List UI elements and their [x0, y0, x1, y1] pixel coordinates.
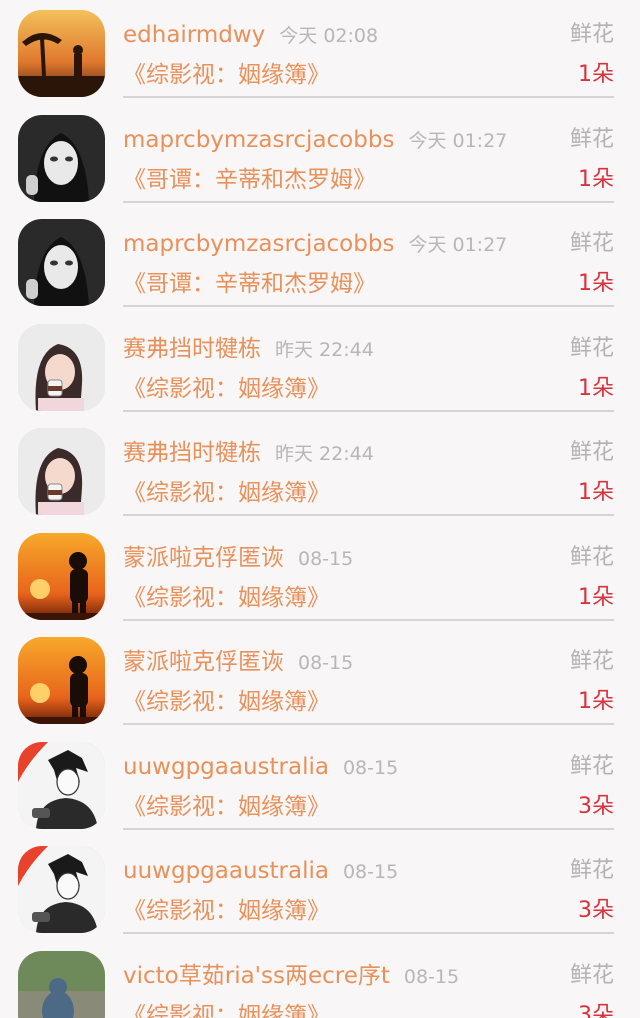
username[interactable]: maprcbymzasrcjacobbs 今天 01:27: [123, 227, 507, 262]
gift-type: 鲜花: [569, 753, 614, 779]
gift-type: 鲜花: [569, 544, 614, 570]
avatar-animal-photo-icon[interactable]: [18, 950, 105, 1018]
flower-count: 1朵: [578, 271, 614, 296]
flower-count: 1朵: [578, 480, 614, 505]
divider: [123, 827, 614, 830]
flower-count: 1朵: [578, 584, 614, 610]
avatar-masked-girl-icon[interactable]: [18, 219, 105, 306]
list-item[interactable]: edhairmdwy 今天 02:08 鲜花 《综影视：姻缘簿》 1朵: [0, 0, 640, 105]
avatar-masked-girl-icon[interactable]: [18, 114, 105, 202]
timestamp: 08-15: [403, 965, 460, 988]
avatar-manga-boy-icon[interactable]: [18, 846, 105, 933]
username[interactable]: victo草茹ria'ss两ecre序t 08-15: [123, 959, 459, 994]
book-title[interactable]: 《综影视：姻缘簿》: [123, 894, 330, 928]
list-item[interactable]: 赛弗挡时犍栋 昨天 22:44 鲜花 《综影视：姻缘簿》 1朵: [0, 314, 640, 419]
book-title[interactable]: 《综影视：姻缘簿》: [123, 58, 330, 92]
list-item[interactable]: maprcbymzasrcjacobbs 今天 01:27 鲜花 《哥谭：辛蒂和杰…: [0, 105, 640, 210]
timestamp: 08-15: [298, 652, 354, 674]
username[interactable]: 赛弗挡时犍栋 昨天 22:44: [123, 332, 374, 367]
timestamp: 今天 01:27: [408, 234, 508, 256]
divider: [123, 96, 614, 98]
timestamp: 今天 01:27: [408, 129, 508, 152]
list-item[interactable]: maprcbymzasrcjacobbs 今天 01:27 鲜花 《哥谭：辛蒂和杰…: [0, 209, 640, 314]
gift-type: 鲜花: [569, 440, 614, 465]
divider: [123, 409, 614, 412]
list-item[interactable]: uuwgpgaaustralia 08-15 鲜花 《综影视：姻缘簿》 3朵: [0, 732, 640, 837]
divider: [123, 932, 614, 934]
list-item[interactable]: 蒙派啦克俘匿诙 08-15 鲜花 《综影视：姻缘簿》 1朵: [0, 627, 640, 732]
gift-type: 鲜花: [569, 22, 614, 47]
book-title[interactable]: 《哥谭：辛蒂和杰罗姆》: [123, 163, 376, 197]
divider: [123, 723, 614, 725]
flower-count: 1朵: [578, 375, 614, 401]
timestamp: 08-15: [342, 861, 399, 883]
avatar-child-with-cup-icon[interactable]: [18, 323, 105, 411]
username[interactable]: maprcbymzasrcjacobbs 今天 01:27: [123, 123, 507, 158]
timestamp: 08-15: [342, 756, 399, 779]
flower-count: 1朵: [578, 689, 614, 714]
avatar-child-silhouette-sunset-icon[interactable]: [18, 637, 105, 724]
timestamp: 今天 02:08: [279, 25, 379, 47]
avatar-sunset-silhouette-icon[interactable]: [18, 10, 105, 97]
list-item[interactable]: uuwgpgaaustralia 08-15 鲜花 《综影视：姻缘簿》 3朵: [0, 836, 640, 941]
avatar-child-with-cup-icon[interactable]: [18, 428, 105, 515]
gift-type: 鲜花: [569, 126, 614, 152]
flower-count: 1朵: [578, 62, 614, 87]
list-item[interactable]: victo草茹ria'ss两ecre序t 08-15 鲜花 《综影视：姻缘簿》 3…: [0, 941, 640, 1018]
divider: [123, 200, 614, 203]
username[interactable]: edhairmdwy 今天 02:08: [123, 18, 378, 53]
gift-type: 鲜花: [569, 649, 614, 674]
flower-count: 1朵: [578, 166, 614, 192]
timestamp: 昨天 22:44: [275, 338, 374, 361]
divider: [123, 618, 614, 621]
gift-type: 鲜花: [569, 858, 614, 883]
book-title[interactable]: 《综影视：姻缘簿》: [123, 581, 330, 615]
divider: [123, 305, 614, 307]
gift-type: 鲜花: [569, 231, 614, 256]
timestamp: 08-15: [298, 547, 354, 570]
gift-type: 鲜花: [569, 335, 614, 361]
flower-count: 3朵: [578, 898, 614, 923]
flower-count: 3朵: [578, 1002, 614, 1018]
divider: [123, 514, 614, 516]
username[interactable]: 蒙派啦克俘匿诙 08-15: [123, 645, 353, 680]
list-item[interactable]: 蒙派啦克俘匿诙 08-15 鲜花 《综影视：姻缘簿》 1朵: [0, 523, 640, 628]
username[interactable]: 蒙派啦克俘匿诙 08-15: [123, 541, 353, 576]
flower-gift-list: edhairmdwy 今天 02:08 鲜花 《综影视：姻缘簿》 1朵 maprc…: [0, 0, 640, 1018]
book-title[interactable]: 《综影视：姻缘簿》: [123, 476, 330, 510]
username[interactable]: 赛弗挡时犍栋 昨天 22:44: [123, 436, 374, 471]
avatar-manga-boy-icon[interactable]: [18, 741, 105, 829]
book-title[interactable]: 《综影视：姻缘簿》: [123, 685, 330, 719]
timestamp: 昨天 22:44: [275, 443, 374, 465]
username[interactable]: uuwgpgaaustralia 08-15: [123, 854, 398, 889]
username[interactable]: uuwgpgaaustralia 08-15: [123, 750, 398, 785]
book-title[interactable]: 《综影视：姻缘簿》: [123, 790, 330, 824]
gift-type: 鲜花: [569, 962, 614, 988]
book-title[interactable]: 《哥谭：辛蒂和杰罗姆》: [123, 267, 376, 301]
list-item[interactable]: 赛弗挡时犍栋 昨天 22:44 鲜花 《综影视：姻缘簿》 1朵: [0, 418, 640, 523]
flower-count: 3朵: [578, 793, 614, 819]
book-title[interactable]: 《综影视：姻缘簿》: [123, 372, 330, 406]
avatar-child-silhouette-sunset-icon[interactable]: [18, 532, 105, 620]
book-title[interactable]: 《综影视：姻缘簿》: [123, 999, 330, 1018]
